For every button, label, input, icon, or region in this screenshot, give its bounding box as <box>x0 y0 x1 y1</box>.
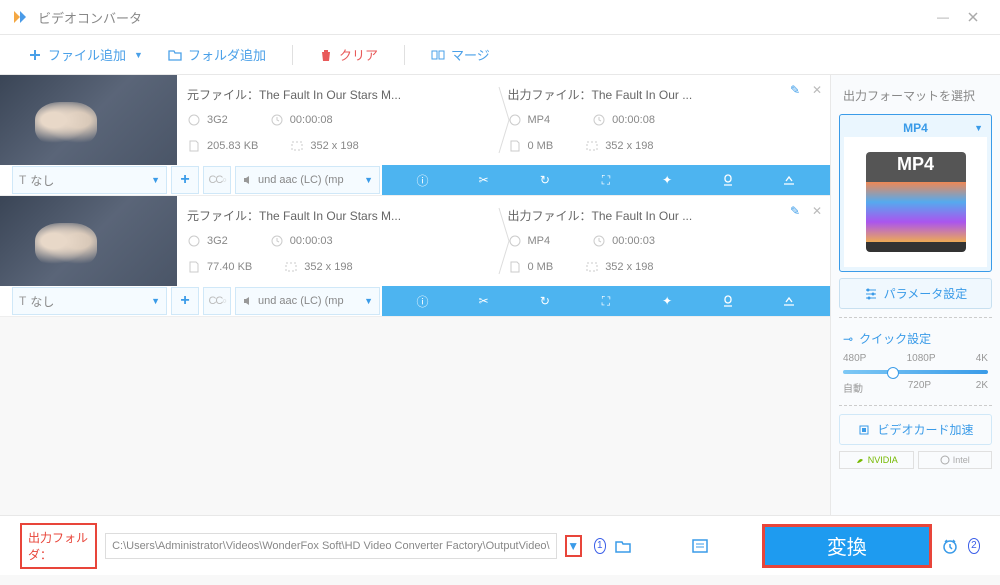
clear-button[interactable]: クリア <box>311 41 386 68</box>
file-icon <box>508 260 522 274</box>
trash-icon <box>319 48 333 62</box>
annotation-2: 2 <box>968 538 980 554</box>
window-title: ビデオコンバータ <box>38 8 928 27</box>
cc-button[interactable]: CC○ <box>203 166 231 194</box>
task-list-button[interactable] <box>691 535 709 557</box>
edit-icon[interactable]: ✎ <box>790 83 800 97</box>
dimensions-icon <box>585 260 599 274</box>
edit-toolstrip: ⓘ ✂ ↻ ⛶ ✦ <box>382 165 830 195</box>
rotate-button[interactable]: ↻ <box>535 291 555 311</box>
file-item: ✎ ✕ 元ファイル：The Fault In Our Stars M... 3G… <box>0 196 830 317</box>
nvidia-badge: NVIDIA <box>839 451 914 469</box>
add-subtitle-button[interactable]: + <box>171 287 199 315</box>
cc-button[interactable]: CC○ <box>203 287 231 315</box>
gpu-accel-button[interactable]: ビデオカード加速 <box>839 414 992 445</box>
remove-icon[interactable]: ✕ <box>812 204 822 218</box>
audio-select[interactable]: und aac (LC) (mp ▼ <box>235 287 380 315</box>
parameter-settings-button[interactable]: パラメータ設定 <box>839 278 992 309</box>
annotation-1: 1 <box>594 538 606 554</box>
info-button[interactable]: ⓘ <box>413 170 433 190</box>
plus-icon <box>28 48 42 62</box>
resolution-labels-top: 480P1080P4K <box>839 351 992 366</box>
watermark-button[interactable] <box>718 291 738 311</box>
speaker-icon <box>242 174 254 186</box>
schedule-button[interactable] <box>940 535 960 557</box>
format-icon <box>508 113 522 127</box>
subtitle-select[interactable]: T なし ▼ <box>12 166 167 194</box>
add-folder-button[interactable]: フォルダ追加 <box>160 41 274 68</box>
edit-icon[interactable]: ✎ <box>790 204 800 218</box>
watermark-button[interactable] <box>718 170 738 190</box>
output-format-label: 出力フォーマットを選択 <box>839 83 992 108</box>
video-thumbnail[interactable] <box>0 196 177 286</box>
subtitle-button[interactable] <box>779 170 799 190</box>
add-subtitle-button[interactable]: + <box>171 166 199 194</box>
clock-icon <box>270 234 284 248</box>
clock-icon <box>270 113 284 127</box>
output-folder-path[interactable]: C:\Users\Administrator\Videos\WonderFox … <box>105 533 557 559</box>
merge-icon <box>431 48 445 62</box>
minimize-button[interactable]: — <box>928 2 958 32</box>
add-file-button[interactable]: ファイル追加 ▼ <box>20 41 152 68</box>
open-folder-button[interactable] <box>614 535 632 557</box>
crop-button[interactable]: ⛶ <box>596 291 616 311</box>
file-icon <box>508 139 522 153</box>
format-name: MP4 <box>903 121 928 135</box>
crop-button[interactable]: ⛶ <box>596 170 616 190</box>
edit-toolstrip: ⓘ ✂ ↻ ⛶ ✦ <box>382 286 830 316</box>
dimensions-icon <box>284 260 298 274</box>
intel-badge: Intel <box>918 451 993 469</box>
output-folder-label: 出力フォルダ： <box>20 523 97 569</box>
format-icon <box>187 113 201 127</box>
subtitle-select[interactable]: T なし ▼ <box>12 287 167 315</box>
rotate-button[interactable]: ↻ <box>535 170 555 190</box>
convert-button[interactable]: 変換 <box>762 524 932 568</box>
audio-select[interactable]: und aac (LC) (mp ▼ <box>235 166 380 194</box>
dimensions-icon <box>290 139 304 153</box>
chip-icon <box>857 423 871 437</box>
quick-settings-label: ⊸ クイック設定 <box>839 326 992 351</box>
output-folder-dropdown[interactable]: ▼ <box>565 535 582 557</box>
chevron-down-icon: ▼ <box>974 123 983 133</box>
dimensions-icon <box>585 139 599 153</box>
cut-button[interactable]: ✂ <box>474 170 494 190</box>
subtitle-button[interactable] <box>779 291 799 311</box>
file-icon <box>187 139 201 153</box>
effects-button[interactable]: ✦ <box>657 291 677 311</box>
merge-button[interactable]: マージ <box>423 41 498 68</box>
sliders-icon <box>864 287 878 301</box>
effects-button[interactable]: ✦ <box>657 170 677 190</box>
close-button[interactable] <box>958 2 988 32</box>
remove-icon[interactable]: ✕ <box>812 83 822 97</box>
app-logo-icon <box>12 9 28 25</box>
format-icon <box>508 234 522 248</box>
clock-icon <box>592 113 606 127</box>
clock-icon <box>592 234 606 248</box>
info-button[interactable]: ⓘ <box>413 291 433 311</box>
resolution-slider[interactable] <box>843 370 988 374</box>
file-icon <box>187 260 201 274</box>
video-thumbnail[interactable] <box>0 75 177 165</box>
format-preview <box>844 137 987 267</box>
format-icon <box>187 234 201 248</box>
format-card[interactable]: MP4 ▼ <box>839 114 992 272</box>
dropdown-icon: ▼ <box>134 50 144 60</box>
folder-icon <box>168 48 182 62</box>
speaker-icon <box>242 295 254 307</box>
cut-button[interactable]: ✂ <box>474 291 494 311</box>
file-item: ✎ ✕ 元ファイル：The Fault In Our Stars M... 3G… <box>0 75 830 196</box>
resolution-labels-bottom: 自動720P2K <box>839 378 992 397</box>
